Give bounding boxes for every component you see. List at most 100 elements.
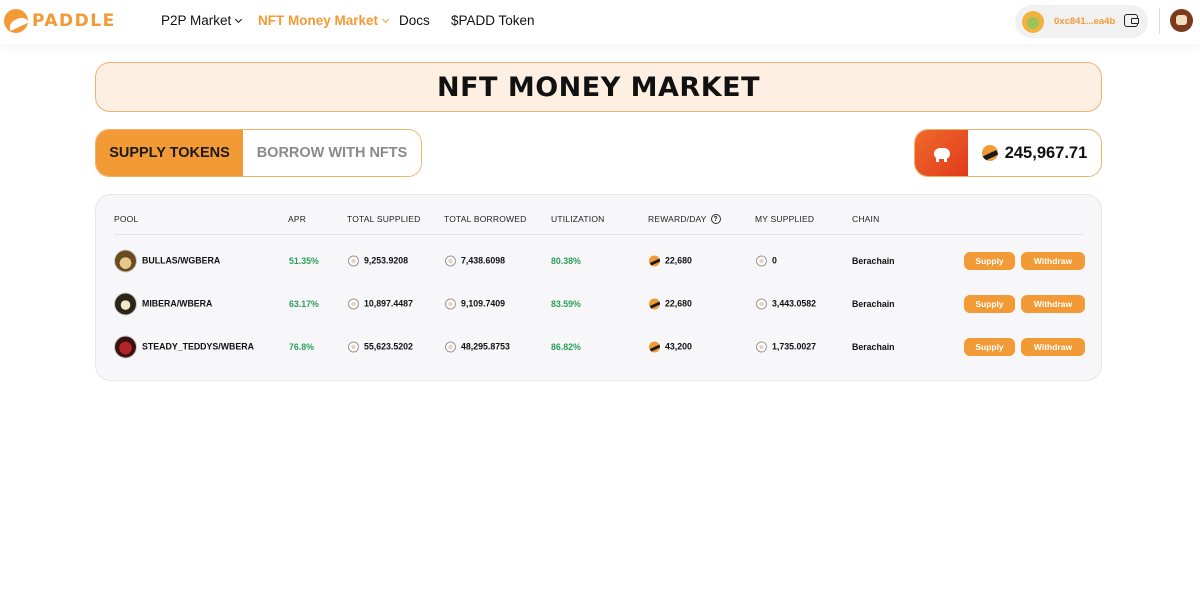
paddle-logo-icon (4, 9, 28, 33)
reward-day-cell: 43,200 (649, 341, 692, 352)
wbera-token-icon (348, 341, 359, 352)
wallet-button[interactable]: 0xc841...ea4b (1015, 5, 1148, 38)
total-supplied-cell: 10,897.4487 (348, 298, 413, 309)
help-icon[interactable]: ? (710, 214, 721, 224)
chevron-down-icon (381, 15, 390, 23)
piggy-bank-icon (933, 147, 950, 162)
nav-p2p-market[interactable]: P2P Market (161, 13, 243, 28)
piggy-bank-button[interactable] (915, 130, 968, 176)
supply-button[interactable]: Supply (964, 294, 1015, 313)
table-row: MIBERA/WBERA 63.17% 10,897.4487 9,109.74… (96, 282, 1103, 325)
apr-value: 51.35% (289, 255, 319, 266)
paddle-logo[interactable]: PADDLE (4, 9, 116, 33)
header-apr: APR (288, 214, 307, 224)
tab-supply-tokens[interactable]: SUPPLY TOKENS (96, 130, 243, 176)
table-row: BULLAS/WGBERA 51.35% 9,253.9208 7,438.60… (96, 239, 1103, 282)
reward-day-value: 43,200 (665, 341, 692, 352)
my-supplied-value: 0 (772, 255, 777, 266)
my-supplied-value: 3,443.0582 (772, 298, 817, 309)
padd-coin-icon (649, 298, 660, 309)
reward-day-value: 22,680 (665, 298, 692, 309)
supply-button[interactable]: Supply (964, 251, 1015, 270)
wallet-icon[interactable] (1124, 14, 1139, 27)
wallet-address: 0xc841...ea4b (1054, 16, 1116, 27)
header-utilization: UTILIZATION (551, 214, 605, 224)
wbera-token-icon (445, 255, 456, 266)
withdraw-button[interactable]: Withdraw (1021, 294, 1085, 313)
tab-borrow-with-nfts[interactable]: BORROW WITH NFTS (243, 130, 421, 176)
my-supplied-cell: 3,443.0582 (756, 298, 816, 309)
padd-coin-icon (981, 145, 998, 161)
chain-value: Berachain (852, 298, 895, 309)
chain-value: Berachain (852, 255, 895, 266)
total-borrowed-value: 7,438.6098 (461, 255, 506, 266)
utilization-value: 83.59% (551, 298, 581, 309)
my-supplied-cell: 1,735.0027 (756, 341, 816, 352)
wbera-token-icon (445, 298, 456, 309)
padd-coin-icon (649, 255, 660, 266)
nav-nft-money-market[interactable]: NFT Money Market (258, 13, 390, 28)
pool-avatar (114, 292, 137, 315)
nav-docs[interactable]: Docs (399, 13, 430, 28)
reward-day-cell: 22,680 (649, 255, 692, 266)
header-reward-day-label: REWARD/DAY (648, 214, 707, 224)
table-row: STEADY_TEDDYS/WBERA 76.8% 55,623.5202 48… (96, 325, 1103, 368)
total-supplied-cell: 55,623.5202 (348, 341, 413, 352)
balance-widget: 245,967.71 (914, 129, 1102, 177)
header-total-supplied: TOTAL SUPPLIED (347, 214, 421, 224)
header-pool: POOL (114, 214, 139, 224)
page-title: NFT MONEY MARKET (436, 71, 760, 103)
pool-avatar (114, 249, 137, 272)
wbera-token-icon (348, 255, 359, 266)
market-tabs: SUPPLY TOKENS BORROW WITH NFTS (95, 129, 422, 177)
reward-day-value: 22,680 (665, 255, 692, 266)
apr-value: 76.8% (289, 341, 314, 352)
table-header: POOL APR TOTAL SUPPLIED TOTAL BORROWED U… (114, 195, 1083, 235)
balance-display: 245,967.71 (968, 130, 1101, 176)
wbera-token-icon (756, 298, 767, 309)
nav-docs-label: Docs (399, 13, 430, 28)
nav-padd-token-label: $PADD Token (451, 13, 535, 28)
pool-name: BULLAS/WGBERA (142, 255, 221, 266)
total-borrowed-cell: 48,295.8753 (445, 341, 510, 352)
wbera-token-icon (756, 255, 767, 266)
wbera-token-icon (348, 298, 359, 309)
apr-value: 63.17% (289, 298, 319, 309)
wbera-token-icon (756, 341, 767, 352)
utilization-value: 80.38% (551, 255, 581, 266)
profile-avatar[interactable] (1170, 9, 1193, 32)
nav-padd-token[interactable]: $PADD Token (451, 13, 535, 28)
pools-table: POOL APR TOTAL SUPPLIED TOTAL BORROWED U… (95, 194, 1102, 381)
pool-avatar (114, 335, 137, 358)
withdraw-button[interactable]: Withdraw (1021, 337, 1085, 356)
padd-coin-icon (649, 341, 660, 352)
wallet-avatar (1022, 10, 1044, 33)
utilization-value: 86.82% (551, 341, 581, 352)
header-my-supplied: MY SUPPLIED (755, 214, 815, 224)
wbera-token-icon (445, 341, 456, 352)
my-supplied-value: 1,735.0027 (772, 341, 817, 352)
total-borrowed-value: 9,109.7409 (461, 298, 506, 309)
total-supplied-value: 55,623.5202 (364, 341, 413, 352)
chain-value: Berachain (852, 341, 895, 352)
header-chain: CHAIN (852, 214, 880, 224)
brand-name: PADDLE (32, 11, 116, 31)
header-reward-day: REWARD/DAY ? (648, 214, 721, 224)
balance-value: 245,967.71 (1004, 143, 1088, 162)
reward-day-cell: 22,680 (649, 298, 692, 309)
pool-cell: BULLAS/WGBERA (114, 249, 220, 272)
total-borrowed-value: 48,295.8753 (461, 341, 510, 352)
top-navbar: PADDLE P2P Market NFT Money Market Docs … (0, 0, 1200, 44)
total-supplied-value: 10,897.4487 (364, 298, 413, 309)
withdraw-button[interactable]: Withdraw (1021, 251, 1085, 270)
supply-button[interactable]: Supply (964, 337, 1015, 356)
pool-name: MIBERA/WBERA (142, 298, 213, 309)
page-banner: NFT MONEY MARKET (95, 62, 1102, 112)
total-borrowed-cell: 9,109.7409 (445, 298, 505, 309)
pool-name: STEADY_TEDDYS/WBERA (142, 341, 254, 352)
header-divider (1159, 8, 1160, 34)
header-total-borrowed: TOTAL BORROWED (444, 214, 527, 224)
chevron-down-icon (235, 15, 243, 23)
total-supplied-value: 9,253.9208 (364, 255, 409, 266)
nav-nft-money-market-label: NFT Money Market (258, 13, 379, 28)
